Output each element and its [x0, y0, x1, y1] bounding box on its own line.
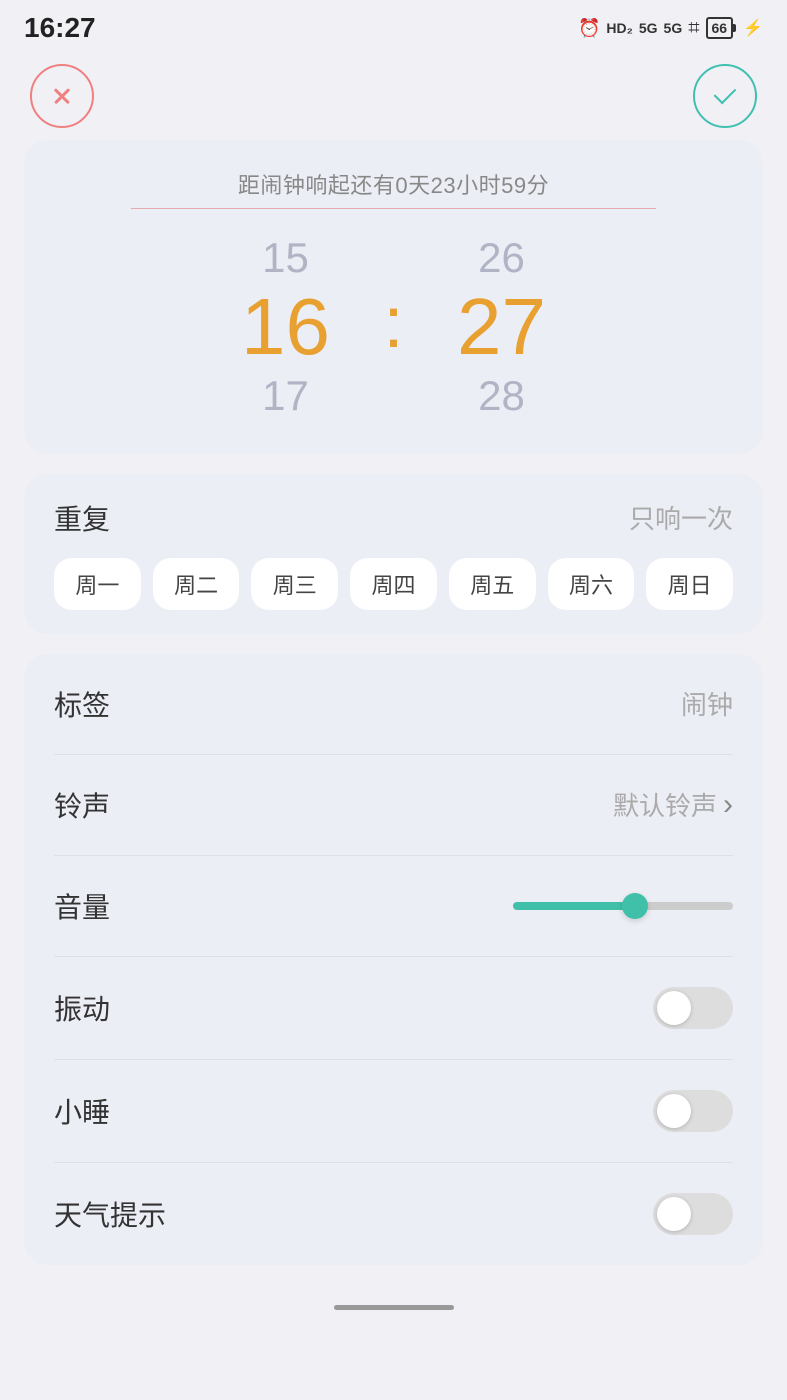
ringtone-value-text: 默认铃声 — [613, 786, 717, 823]
repeat-header: 重复 只响一次 — [54, 498, 733, 538]
volume-row[interactable]: 音量 — [54, 856, 733, 957]
repeat-value: 只响一次 — [629, 499, 733, 536]
hour-next: 17 — [262, 371, 309, 421]
time-picker-card: 距闹钟响起还有0天23小时59分 15 16 17 : 26 27 28 — [24, 140, 763, 454]
countdown-divider — [131, 208, 655, 209]
bottom-bar — [0, 1285, 787, 1320]
repeat-card: 重复 只响一次 周一 周二 周三 周四 周五 周六 周日 — [24, 474, 763, 634]
volume-slider[interactable] — [513, 902, 733, 910]
volume-track[interactable] — [513, 902, 733, 910]
hour-column[interactable]: 15 16 17 — [195, 233, 375, 422]
minute-next: 28 — [478, 371, 525, 421]
volume-row-name: 音量 — [54, 886, 110, 926]
status-icons: ⏰ HD₂ 5G 5G ⌗ 66 ⚡ — [578, 17, 763, 40]
minute-column[interactable]: 26 27 28 — [412, 233, 592, 422]
day-friday[interactable]: 周五 — [449, 558, 536, 610]
vibrate-row-name: 振动 — [54, 988, 110, 1028]
charging-icon: ⚡ — [743, 18, 763, 38]
time-separator: : — [375, 282, 411, 364]
weather-toggle-thumb — [657, 1197, 691, 1231]
days-row: 周一 周二 周三 周四 周五 周六 周日 — [54, 558, 733, 610]
signal-5g-icon: 5G — [639, 20, 658, 36]
weather-row[interactable]: 天气提示 — [54, 1163, 733, 1265]
hour-prev: 15 — [262, 233, 309, 283]
snooze-toggle[interactable] — [653, 1090, 733, 1132]
day-thursday[interactable]: 周四 — [350, 558, 437, 610]
volume-fill — [513, 902, 634, 910]
confirm-button[interactable] — [693, 64, 757, 128]
ringtone-row[interactable]: 铃声 默认铃声 › — [54, 755, 733, 856]
label-row[interactable]: 标签 闹钟 — [54, 654, 733, 755]
alarm-icon: ⏰ — [578, 18, 600, 39]
volume-thumb[interactable] — [622, 893, 648, 919]
weather-toggle[interactable] — [653, 1193, 733, 1235]
hd-icon: HD₂ — [606, 20, 632, 36]
snooze-row-name: 小睡 — [54, 1091, 110, 1131]
time-picker[interactable]: 15 16 17 : 26 27 28 — [44, 233, 743, 422]
hour-current: 16 — [241, 283, 330, 371]
top-nav — [0, 52, 787, 140]
status-bar: 16:27 ⏰ HD₂ 5G 5G ⌗ 66 ⚡ — [0, 0, 787, 52]
close-icon — [48, 82, 76, 110]
ringtone-arrow-icon: › — [723, 788, 733, 822]
ringtone-row-value: 默认铃声 › — [613, 786, 733, 823]
minute-current: 27 — [457, 283, 546, 371]
vibrate-toggle[interactable] — [653, 987, 733, 1029]
day-tuesday[interactable]: 周二 — [153, 558, 240, 610]
cancel-button[interactable] — [30, 64, 94, 128]
countdown-text: 距闹钟响起还有0天23小时59分 — [44, 168, 743, 200]
repeat-label: 重复 — [54, 498, 110, 538]
snooze-toggle-thumb — [657, 1094, 691, 1128]
label-row-value: 闹钟 — [681, 685, 733, 722]
battery-icon: 66 — [706, 17, 734, 39]
wifi-icon: ⌗ — [688, 17, 699, 40]
bottom-indicator — [334, 1305, 454, 1310]
vibrate-row[interactable]: 振动 — [54, 957, 733, 1060]
day-sunday[interactable]: 周日 — [646, 558, 733, 610]
status-time: 16:27 — [24, 12, 96, 44]
snooze-row[interactable]: 小睡 — [54, 1060, 733, 1163]
day-monday[interactable]: 周一 — [54, 558, 141, 610]
minute-prev: 26 — [478, 233, 525, 283]
vibrate-toggle-thumb — [657, 991, 691, 1025]
ringtone-row-name: 铃声 — [54, 785, 110, 825]
settings-list-card: 标签 闹钟 铃声 默认铃声 › 音量 振动 小睡 天气提示 — [24, 654, 763, 1265]
day-wednesday[interactable]: 周三 — [251, 558, 338, 610]
weather-row-name: 天气提示 — [54, 1194, 166, 1234]
signal-5g-2-icon: 5G — [664, 20, 683, 36]
label-row-name: 标签 — [54, 684, 110, 724]
day-saturday[interactable]: 周六 — [548, 558, 635, 610]
check-icon — [711, 82, 739, 110]
